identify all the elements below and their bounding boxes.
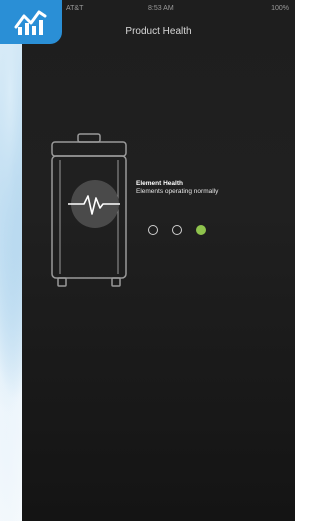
page-title: Product Health <box>125 26 192 37</box>
phone-screen: AT&T 8:53 AM 100% Product Health Element… <box>22 0 295 521</box>
chart-growth-icon <box>14 10 47 35</box>
element-health-info: Element Health Elements operating normal… <box>136 180 218 196</box>
status-time: 8:53 AM <box>148 5 174 12</box>
status-battery: 100% <box>271 5 289 12</box>
health-indicators <box>148 225 206 235</box>
element-health-title: Element Health <box>136 180 183 187</box>
indicator-3-active <box>196 225 206 235</box>
indicator-2 <box>172 225 182 235</box>
indicator-1 <box>148 225 158 235</box>
status-bar: AT&T 8:53 AM 100% <box>22 0 295 18</box>
brand-logo-badge <box>0 0 62 44</box>
water-filter-device-icon <box>51 133 127 287</box>
element-health-status: Elements operating normally <box>136 188 219 195</box>
status-carrier: AT&T <box>66 5 84 12</box>
